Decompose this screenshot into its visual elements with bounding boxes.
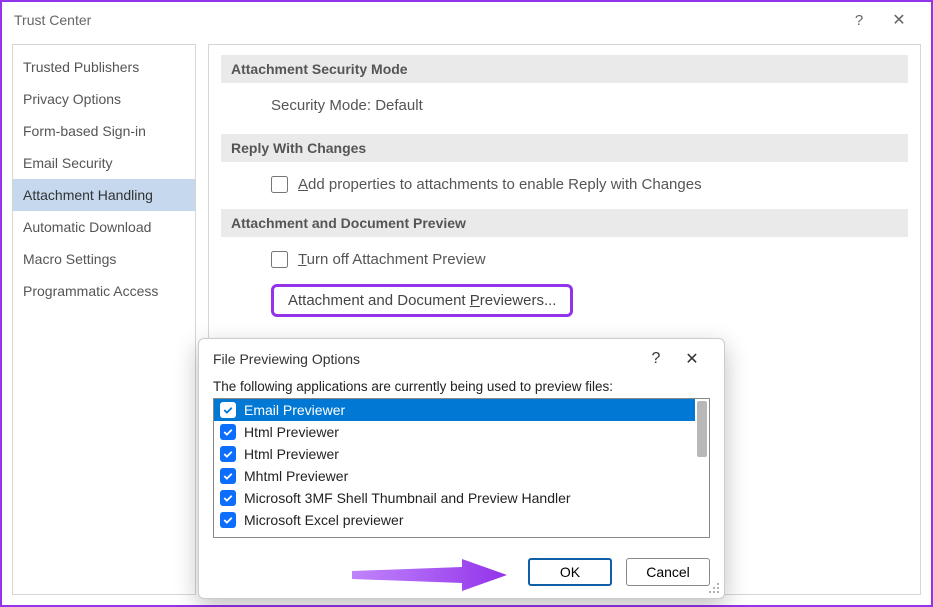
list-item-label: Html Previewer — [244, 424, 339, 440]
scrollbar[interactable] — [697, 401, 707, 457]
dialog-close-icon[interactable]: ✕ — [674, 349, 710, 369]
dialog-body: The following applications are currently… — [199, 379, 724, 546]
sidebar: Trusted Publishers Privacy Options Form-… — [12, 44, 196, 595]
list-item-label: Email Previewer — [244, 402, 345, 418]
list-item[interactable]: Mhtml Previewer — [214, 465, 695, 487]
ok-button[interactable]: OK — [528, 558, 612, 586]
sidebar-item-macro-settings[interactable]: Macro Settings — [13, 243, 195, 275]
previewers-button[interactable]: Attachment and Document Previewers... — [271, 284, 573, 317]
checkbox-icon[interactable] — [220, 402, 236, 418]
section-header-reply: Reply With Changes — [221, 134, 908, 162]
turnoff-checkbox[interactable] — [271, 251, 288, 268]
cancel-button[interactable]: Cancel — [626, 558, 710, 586]
reply-checkbox-row[interactable]: Add properties to attachments to enable … — [221, 176, 908, 193]
file-previewing-dialog: File Previewing Options ? ✕ The followin… — [198, 338, 725, 599]
sidebar-item-privacy-options[interactable]: Privacy Options — [13, 83, 195, 115]
resize-grip-icon[interactable] — [706, 580, 720, 594]
previewer-list[interactable]: Email Previewer Html Previewer Html Prev… — [213, 398, 710, 538]
help-icon[interactable]: ? — [839, 12, 879, 29]
dialog-description: The following applications are currently… — [213, 379, 710, 394]
sidebar-item-attachment-handling[interactable]: Attachment Handling — [13, 179, 195, 211]
titlebar: Trust Center ? ✕ — [2, 2, 931, 38]
reply-checkbox[interactable] — [271, 176, 288, 193]
checkbox-icon[interactable] — [220, 490, 236, 506]
list-item[interactable]: Microsoft 3MF Shell Thumbnail and Previe… — [214, 487, 695, 509]
turnoff-checkbox-label: Turn off Attachment Preview — [298, 251, 486, 268]
list-item[interactable]: Microsoft Excel previewer — [214, 509, 695, 531]
section-header-preview: Attachment and Document Preview — [221, 209, 908, 237]
checkbox-icon[interactable] — [220, 446, 236, 462]
dialog-title: File Previewing Options — [213, 351, 638, 367]
dialog-footer: OK Cancel — [199, 546, 724, 598]
dialog-help-icon[interactable]: ? — [638, 350, 674, 368]
section-header-security-mode: Attachment Security Mode — [221, 55, 908, 83]
list-item-label: Microsoft 3MF Shell Thumbnail and Previe… — [244, 490, 571, 506]
security-mode-text: Security Mode: Default — [221, 97, 908, 114]
sidebar-item-form-signin[interactable]: Form-based Sign-in — [13, 115, 195, 147]
list-item-label: Mhtml Previewer — [244, 468, 348, 484]
checkbox-icon[interactable] — [220, 424, 236, 440]
sidebar-item-email-security[interactable]: Email Security — [13, 147, 195, 179]
list-item[interactable]: Email Previewer — [214, 399, 695, 421]
checkbox-icon[interactable] — [220, 468, 236, 484]
list-item-label: Microsoft Excel previewer — [244, 512, 404, 528]
turnoff-checkbox-row[interactable]: Turn off Attachment Preview — [221, 251, 908, 268]
list-item[interactable]: Html Previewer — [214, 421, 695, 443]
list-item-label: Html Previewer — [244, 446, 339, 462]
sidebar-item-automatic-download[interactable]: Automatic Download — [13, 211, 195, 243]
reply-checkbox-label: Add properties to attachments to enable … — [298, 176, 702, 193]
window-title: Trust Center — [14, 12, 839, 28]
sidebar-item-trusted-publishers[interactable]: Trusted Publishers — [13, 51, 195, 83]
sidebar-item-programmatic-access[interactable]: Programmatic Access — [13, 275, 195, 307]
dialog-titlebar: File Previewing Options ? ✕ — [199, 339, 724, 379]
list-item[interactable]: Html Previewer — [214, 443, 695, 465]
close-icon[interactable]: ✕ — [879, 10, 919, 30]
checkbox-icon[interactable] — [220, 512, 236, 528]
